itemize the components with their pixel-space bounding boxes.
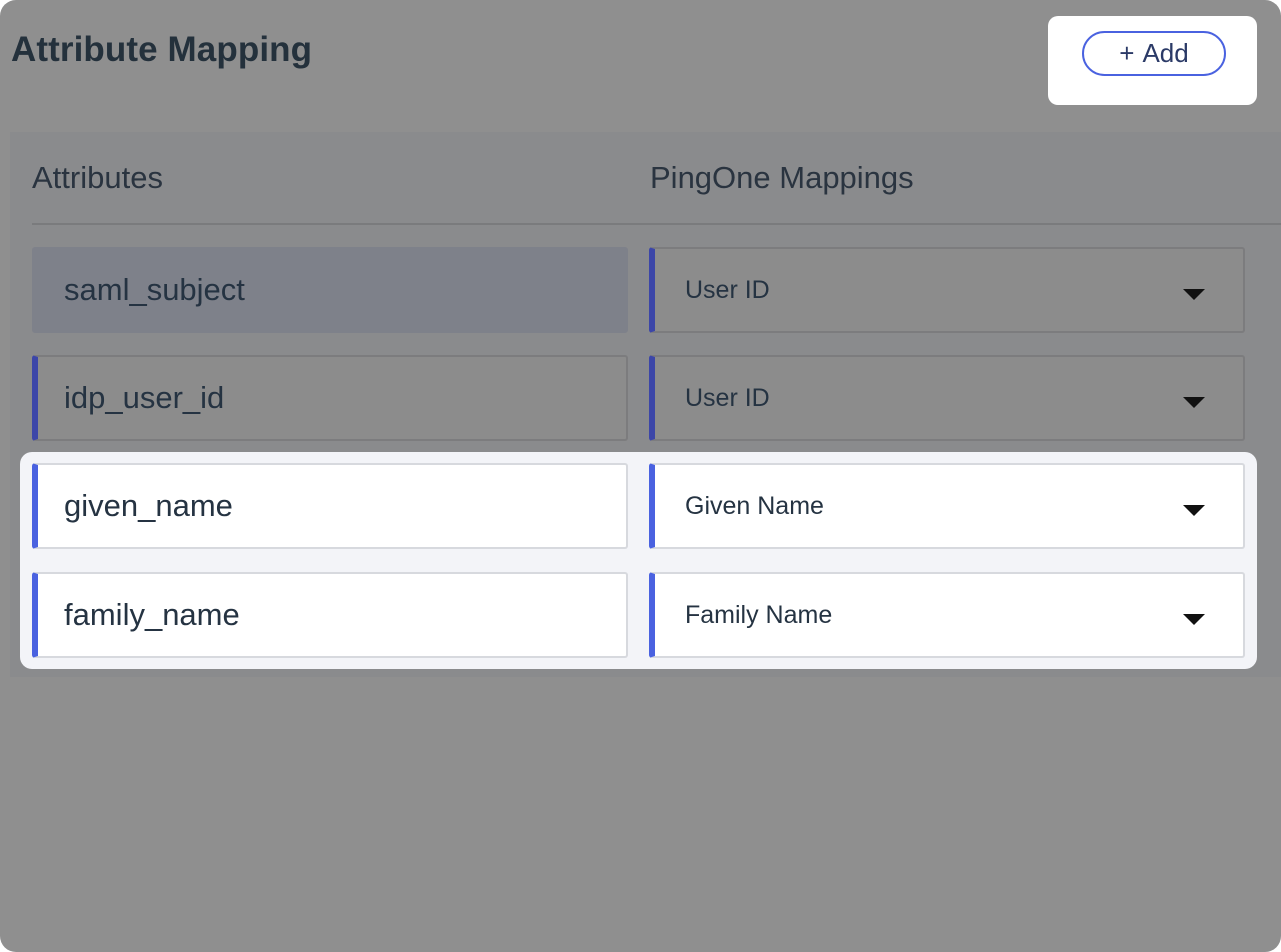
mapping-value: User ID xyxy=(685,383,770,412)
caret-down-icon xyxy=(1183,614,1205,625)
column-header-pingone-mappings: PingOne Mappings xyxy=(650,160,914,195)
caret-down-icon xyxy=(1183,397,1205,408)
attribute-value: family_name xyxy=(64,597,240,632)
attribute-value: given_name xyxy=(64,488,233,523)
mapping-select-saml-subject[interactable]: User ID xyxy=(649,247,1245,333)
attribute-value: idp_user_id xyxy=(64,380,225,415)
caret-down-icon xyxy=(1183,505,1205,516)
header-divider xyxy=(32,223,1281,225)
app-frame: Attribute Mapping + Add Attributes PingO… xyxy=(0,0,1281,952)
attribute-field-saml-subject: saml_subject xyxy=(32,247,628,333)
mapping-select-idp-user-id[interactable]: User ID xyxy=(649,355,1245,441)
mapping-value: Given Name xyxy=(685,491,824,520)
mapping-select-family-name[interactable]: Family Name xyxy=(649,572,1245,658)
attribute-field-family-name[interactable]: family_name xyxy=(32,572,628,658)
page-title: Attribute Mapping xyxy=(11,30,313,69)
mapping-select-given-name[interactable]: Given Name xyxy=(649,463,1245,549)
add-button[interactable]: + Add xyxy=(1082,31,1226,76)
mapping-value: Family Name xyxy=(685,600,833,629)
add-button-label: Add xyxy=(1142,38,1189,68)
attribute-field-idp-user-id[interactable]: idp_user_id xyxy=(32,355,628,441)
caret-down-icon xyxy=(1183,289,1205,300)
column-header-attributes: Attributes xyxy=(32,160,163,195)
mapping-value: User ID xyxy=(685,275,770,304)
attribute-value: saml_subject xyxy=(64,272,245,307)
plus-icon: + xyxy=(1119,38,1135,68)
attribute-field-given-name[interactable]: given_name xyxy=(32,463,628,549)
